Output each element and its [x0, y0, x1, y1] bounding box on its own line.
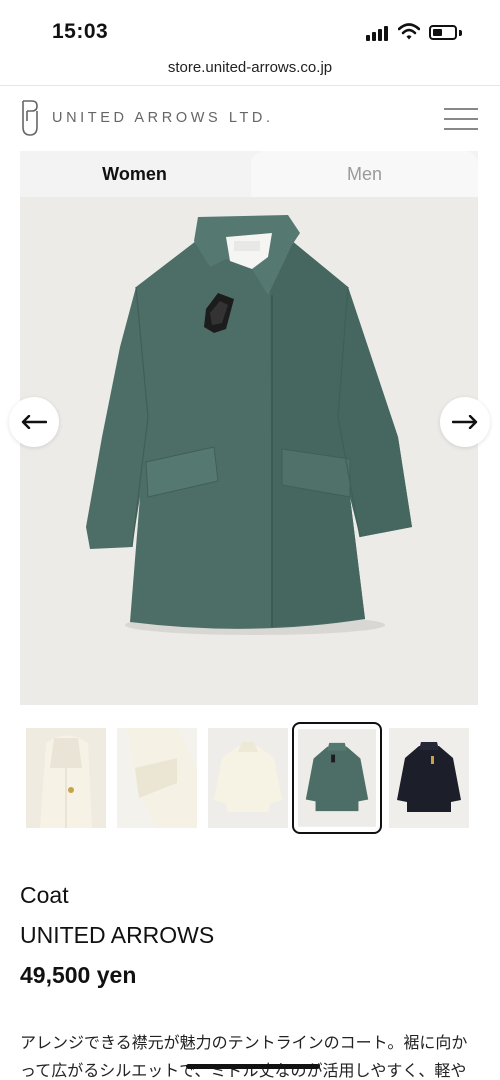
thumbnail-collar-closeup[interactable] — [26, 728, 106, 828]
address-bar[interactable]: store.united-arrows.co.jp — [0, 56, 500, 86]
home-indicator[interactable] — [186, 1064, 320, 1069]
cellular-signal-icon — [366, 25, 390, 41]
thumbnail-navy-coat[interactable] — [389, 728, 469, 828]
green-coat-image — [86, 215, 412, 635]
status-time: 15:03 — [52, 20, 109, 43]
product-brand[interactable]: UNITED ARROWS — [20, 922, 214, 949]
gender-tabs: Women Men — [20, 151, 478, 197]
arrow-right-icon[interactable] — [440, 397, 490, 447]
product-price: 49,500 yen — [20, 962, 137, 988]
site-header: UNITED ARROWS LTD. — [0, 86, 500, 150]
battery-cap — [459, 30, 462, 36]
product-main-image[interactable] — [20, 197, 478, 705]
arrow-left-icon[interactable] — [9, 397, 59, 447]
logo-text[interactable]: UNITED ARROWS LTD. — [52, 110, 274, 126]
thumbnail-cream-coat[interactable] — [208, 728, 288, 828]
product-category: Coat — [20, 882, 69, 908]
wifi-icon — [398, 23, 420, 40]
thumbnail-strip — [20, 722, 480, 834]
hamburger-menu-icon[interactable] — [444, 108, 478, 130]
product-description: アレンジできる襟元が魅力のテントラインのコート。裾に向かって広がるシルエットで、… — [20, 1035, 468, 1080]
status-bar: 15:03 — [0, 0, 500, 56]
tab-men[interactable]: Men — [251, 151, 478, 197]
thumbnail-sleeve-detail[interactable] — [117, 728, 197, 828]
battery-icon — [429, 25, 457, 40]
tab-women[interactable]: Women — [20, 151, 249, 197]
united-arrows-logo-icon[interactable] — [20, 99, 40, 137]
thumbnail-green-coat[interactable] — [292, 722, 382, 834]
